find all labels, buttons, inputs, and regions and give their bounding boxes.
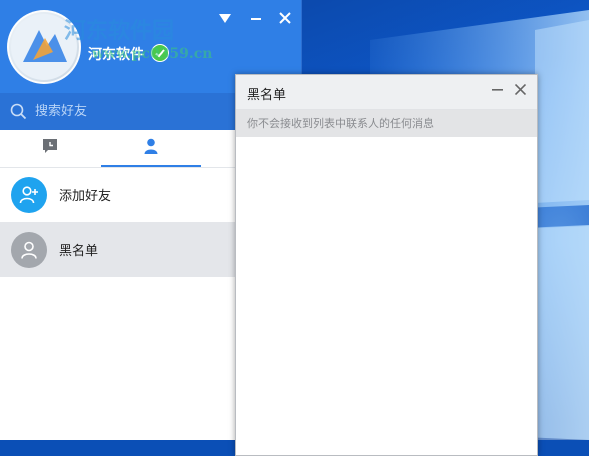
add-friend-label: 添加好友 <box>59 189 112 204</box>
search-icon <box>10 103 27 120</box>
dropdown-menu-icon[interactable] <box>219 11 231 29</box>
close-button[interactable] <box>279 11 291 29</box>
chat-bubble-icon <box>42 138 58 158</box>
person-icon <box>144 138 158 158</box>
watermark-url: www.pc0359.cn <box>92 46 213 62</box>
dialog-titlebar[interactable]: 黑名单 <box>236 75 537 110</box>
dialog-title: 黑名单 <box>247 88 287 103</box>
dialog-close-button[interactable] <box>514 83 527 99</box>
blacklist-label: 黑名单 <box>59 244 99 259</box>
blacklist-person-icon <box>11 231 47 268</box>
dialog-minimize-button[interactable] <box>492 83 503 99</box>
dialog-hint: 你不会接收到列表中联系人的任何消息 <box>236 110 537 137</box>
minimize-button[interactable] <box>250 11 262 29</box>
add-friend-icon <box>11 176 47 213</box>
tab-messages[interactable] <box>0 130 100 166</box>
tab-contacts[interactable] <box>101 130 201 167</box>
watermark-title: 河东软件园 <box>64 18 175 44</box>
blacklist-content-area <box>236 137 537 455</box>
blacklist-dialog: 黑名单 你不会接收到列表中联系人的任何消息 <box>235 74 538 456</box>
